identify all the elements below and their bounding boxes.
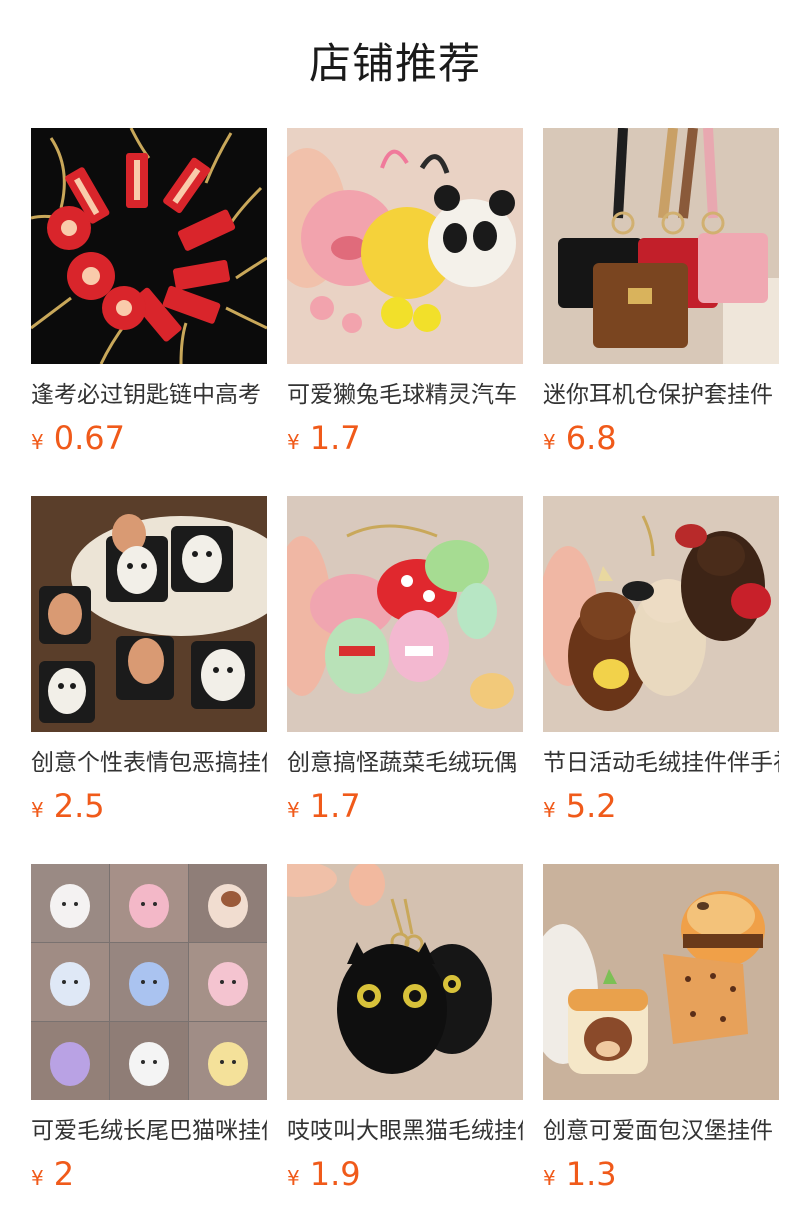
price-row: ¥ 5.2 xyxy=(543,786,779,826)
product-title[interactable]: 可爱毛绒长尾巴猫咪挂件 xyxy=(31,1114,267,1148)
product-card[interactable]: 创意搞怪蔬菜毛绒玩偶 ¥ 1.7 xyxy=(287,496,523,825)
product-title[interactable]: 逢考必过钥匙链中高考 xyxy=(31,378,267,412)
currency-symbol: ¥ xyxy=(31,1166,44,1190)
product-card[interactable]: 逢考必过钥匙链中高考 ¥ 0.67 xyxy=(31,128,267,457)
product-card[interactable]: 迷你耳机仓保护套挂件 ¥ 6.8 xyxy=(543,128,779,457)
product-title[interactable]: 创意个性表情包恶搞挂件 xyxy=(31,746,267,780)
product-price: 1.3 xyxy=(565,1155,617,1193)
price-row: ¥ 1.7 xyxy=(287,418,523,458)
currency-symbol: ¥ xyxy=(287,1166,300,1190)
price-row: ¥ 6.8 xyxy=(543,418,779,458)
product-grid: 逢考必过钥匙链中高考 ¥ 0.67 可爱獭兔毛球精灵汽车 ¥ 1.7 迷你耳机仓… xyxy=(31,128,781,1193)
price-row: ¥ 1.7 xyxy=(287,786,523,826)
product-title[interactable]: 创意可爱面包汉堡挂件 xyxy=(543,1114,779,1148)
product-card[interactable]: 吱吱叫大眼黑猫毛绒挂件 ¥ 1.9 xyxy=(287,864,523,1193)
currency-symbol: ¥ xyxy=(31,798,44,822)
product-title[interactable]: 吱吱叫大眼黑猫毛绒挂件 xyxy=(287,1114,523,1148)
product-title[interactable]: 可爱獭兔毛球精灵汽车 xyxy=(287,378,523,412)
product-image[interactable] xyxy=(31,864,267,1100)
product-card[interactable]: 创意个性表情包恶搞挂件 ¥ 2.5 xyxy=(31,496,267,825)
product-image[interactable] xyxy=(287,128,523,364)
product-image[interactable] xyxy=(543,496,779,732)
product-price: 2.5 xyxy=(53,787,105,825)
page-title: 店铺推荐 xyxy=(308,39,481,88)
product-image[interactable] xyxy=(543,128,779,364)
product-image[interactable] xyxy=(287,496,523,732)
price-row: ¥ 1.3 xyxy=(543,1154,779,1194)
product-image[interactable] xyxy=(31,128,267,364)
currency-symbol: ¥ xyxy=(31,430,44,454)
currency-symbol: ¥ xyxy=(287,798,300,822)
product-card[interactable]: 节日活动毛绒挂件伴手礼 ¥ 5.2 xyxy=(543,496,779,825)
product-price: 5.2 xyxy=(565,787,617,825)
product-price: 1.7 xyxy=(309,787,361,825)
product-card[interactable]: 可爱獭兔毛球精灵汽车 ¥ 1.7 xyxy=(287,128,523,457)
price-row: ¥ 0.67 xyxy=(31,418,267,458)
product-image[interactable] xyxy=(543,864,779,1100)
currency-symbol: ¥ xyxy=(543,430,556,454)
product-price: 1.7 xyxy=(309,419,361,457)
price-row: ¥ 2.5 xyxy=(31,786,267,826)
product-price: 6.8 xyxy=(565,419,617,457)
product-card[interactable]: 创意可爱面包汉堡挂件 ¥ 1.3 xyxy=(543,864,779,1193)
currency-symbol: ¥ xyxy=(287,430,300,454)
product-image[interactable] xyxy=(287,864,523,1100)
product-price: 1.9 xyxy=(309,1155,361,1193)
product-price: 2 xyxy=(53,1155,75,1193)
product-image[interactable] xyxy=(31,496,267,732)
currency-symbol: ¥ xyxy=(543,1166,556,1190)
product-price: 0.67 xyxy=(53,419,125,457)
product-title[interactable]: 创意搞怪蔬菜毛绒玩偶 xyxy=(287,746,523,780)
product-card[interactable]: 可爱毛绒长尾巴猫咪挂件 ¥ 2 xyxy=(31,864,267,1193)
currency-symbol: ¥ xyxy=(543,798,556,822)
price-row: ¥ 2 xyxy=(31,1154,267,1194)
product-title[interactable]: 迷你耳机仓保护套挂件 xyxy=(543,378,779,412)
price-row: ¥ 1.9 xyxy=(287,1154,523,1194)
product-title[interactable]: 节日活动毛绒挂件伴手礼 xyxy=(543,746,779,780)
